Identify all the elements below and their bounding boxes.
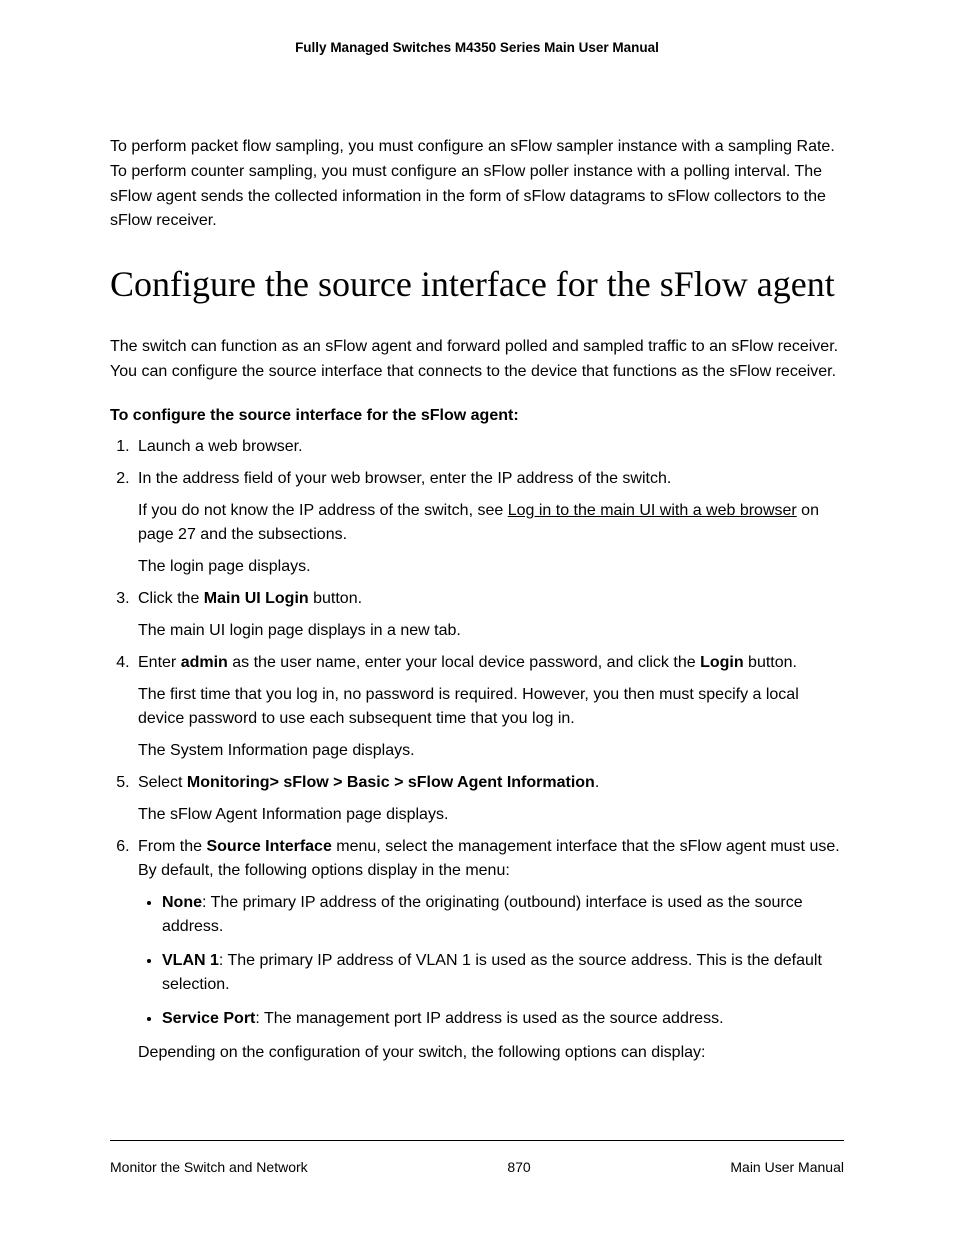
option-desc: : The primary IP address of VLAN 1 is us…: [162, 952, 822, 993]
list-item: None: The primary IP address of the orig…: [162, 891, 844, 939]
text-fragment: .: [595, 774, 599, 791]
text-fragment: as the user name, enter your local devic…: [228, 654, 700, 671]
step-1: Launch a web browser.: [134, 435, 844, 459]
cross-reference-link[interactable]: Log in to the main UI with a web browser: [508, 502, 797, 519]
footer-right: Main User Manual: [730, 1159, 844, 1175]
step-text: In the address field of your web browser…: [138, 470, 671, 487]
ui-label: admin: [181, 654, 228, 671]
list-item: VLAN 1: The primary IP address of VLAN 1…: [162, 949, 844, 997]
procedure-list: Launch a web browser. In the address fie…: [110, 435, 844, 1065]
option-name: None: [162, 894, 202, 911]
step-3: Click the Main UI Login button. The main…: [134, 587, 844, 643]
option-desc: : The primary IP address of the originat…: [162, 894, 803, 935]
section-title: Configure the source interface for the s…: [110, 262, 844, 307]
option-list: None: The primary IP address of the orig…: [138, 891, 844, 1031]
text-fragment: From the: [138, 838, 206, 855]
document-header: Fully Managed Switches M4350 Series Main…: [110, 40, 844, 55]
step-note: The System Information page displays.: [138, 739, 844, 763]
option-name: VLAN 1: [162, 952, 219, 969]
section-intro: The switch can function as an sFlow agen…: [110, 335, 844, 385]
ui-path: Monitoring> sFlow > Basic > sFlow Agent …: [187, 774, 595, 791]
text-fragment: Enter: [138, 654, 181, 671]
text-fragment: If you do not know the IP address of the…: [138, 502, 508, 519]
step-6: From the Source Interface menu, select t…: [134, 835, 844, 1065]
ui-label: Main UI Login: [204, 590, 309, 607]
step-4: Enter admin as the user name, enter your…: [134, 651, 844, 763]
step-note: If you do not know the IP address of the…: [138, 499, 844, 547]
text-fragment: button.: [309, 590, 362, 607]
ui-label: Login: [700, 654, 744, 671]
procedure-heading: To configure the source interface for th…: [110, 407, 844, 425]
step-5: Select Monitoring> sFlow > Basic > sFlow…: [134, 771, 844, 827]
text-fragment: Select: [138, 774, 187, 791]
text-fragment: button.: [744, 654, 797, 671]
option-desc: : The management port IP address is used…: [255, 1010, 723, 1027]
ui-label: Source Interface: [206, 838, 331, 855]
list-item: Service Port: The management port IP add…: [162, 1007, 844, 1031]
document-page: Fully Managed Switches M4350 Series Main…: [0, 0, 954, 1235]
page-footer: Monitor the Switch and Network 870 Main …: [110, 1140, 844, 1175]
step-text: Launch a web browser.: [138, 438, 303, 455]
page-number: 870: [507, 1159, 530, 1175]
step-note: The sFlow Agent Information page display…: [138, 803, 844, 827]
text-fragment: Click the: [138, 590, 204, 607]
step-note: The login page displays.: [138, 555, 844, 579]
option-name: Service Port: [162, 1010, 255, 1027]
step-note: The main UI login page displays in a new…: [138, 619, 844, 643]
step-note: The first time that you log in, no passw…: [138, 683, 844, 731]
step-2: In the address field of your web browser…: [134, 467, 844, 579]
footer-rule: [110, 1140, 844, 1141]
intro-paragraph: To perform packet flow sampling, you mus…: [110, 135, 844, 234]
step-note: Depending on the configuration of your s…: [138, 1041, 844, 1065]
footer-left: Monitor the Switch and Network: [110, 1159, 308, 1175]
